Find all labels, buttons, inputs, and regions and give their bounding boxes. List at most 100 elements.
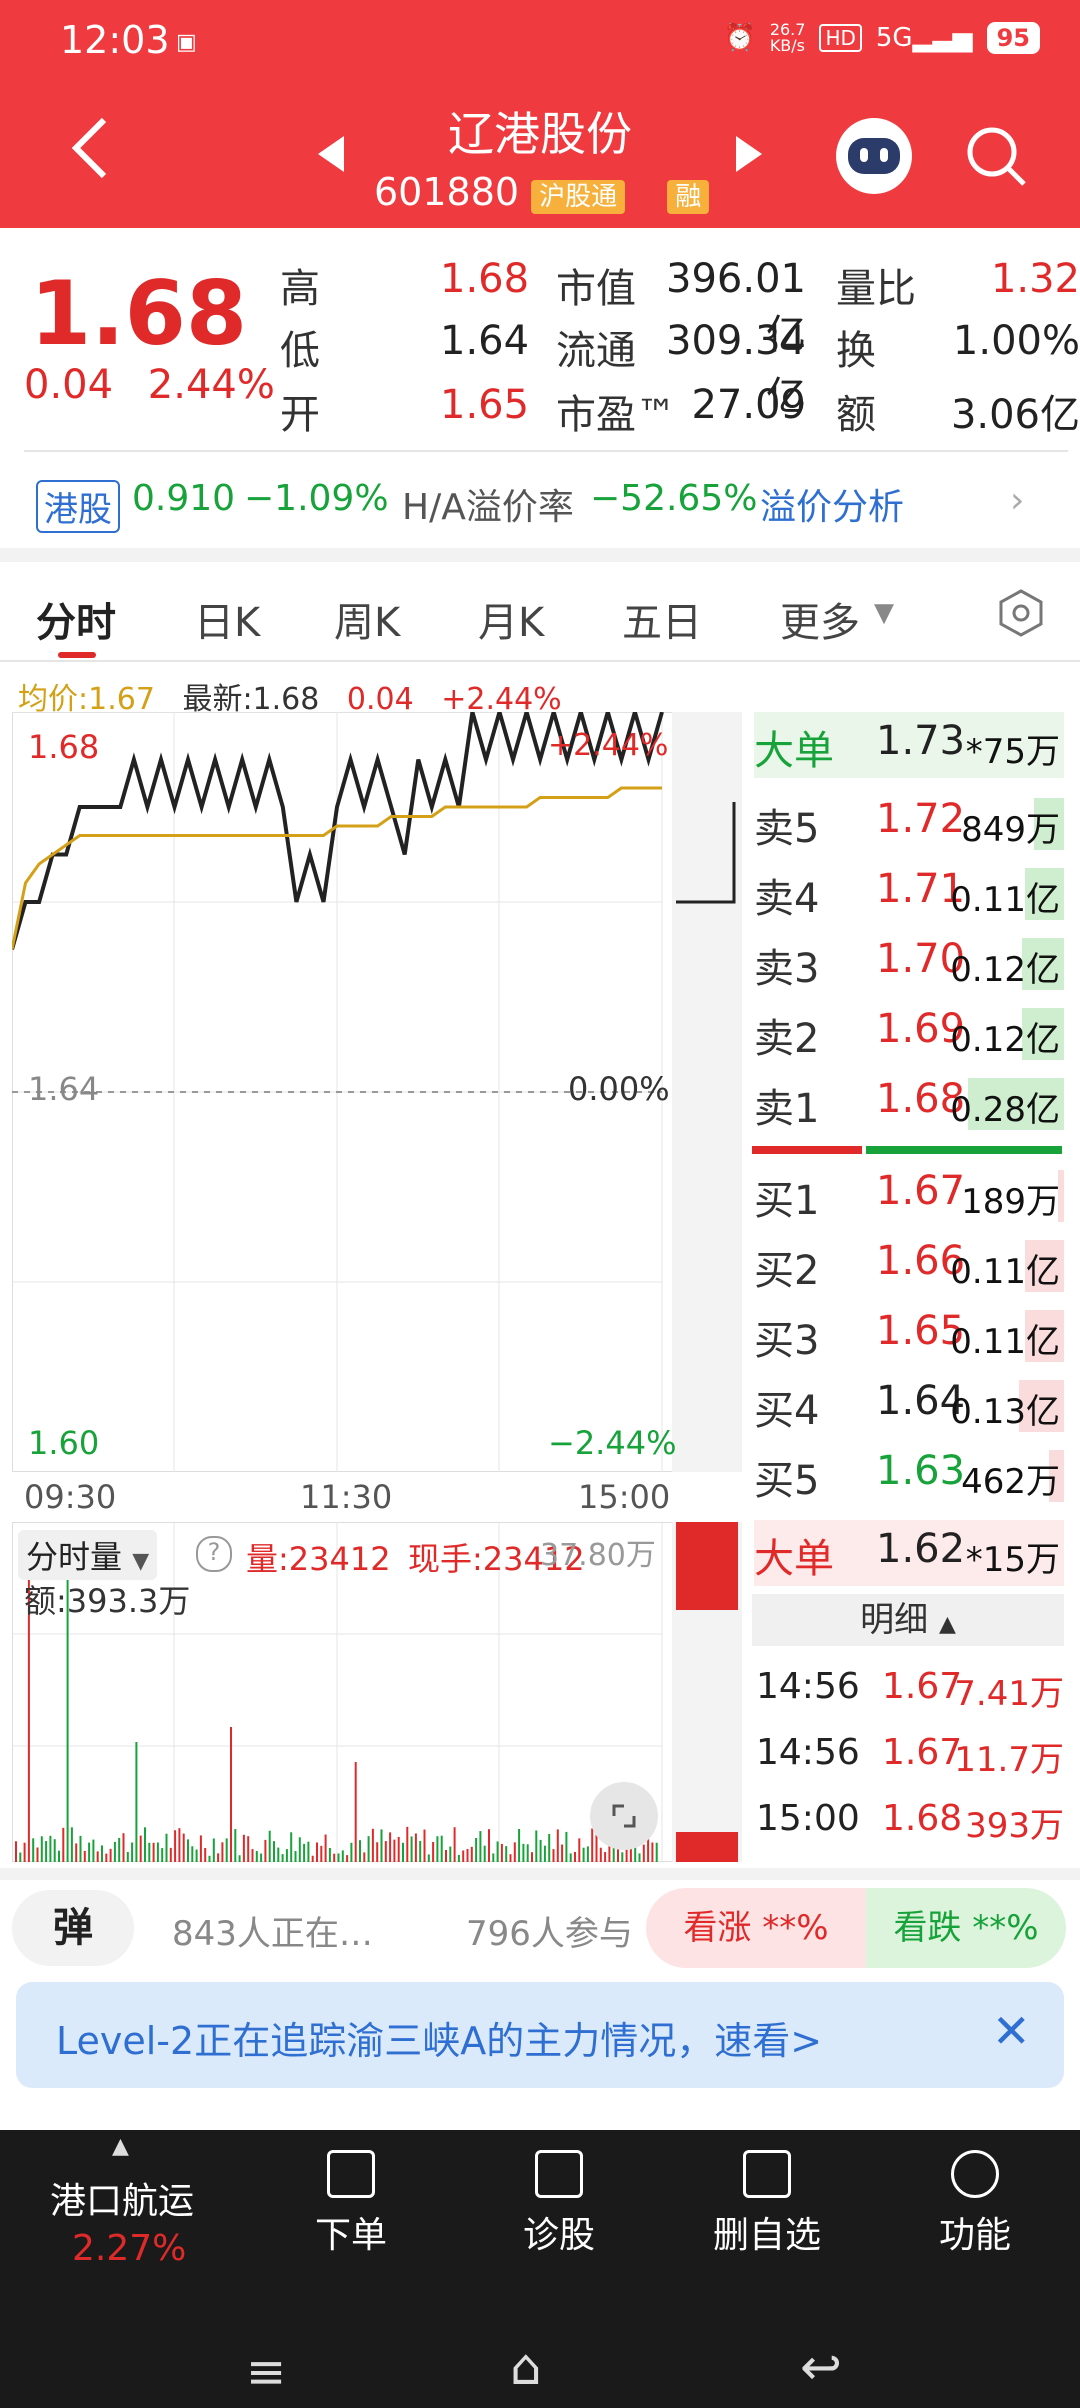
bearish-button[interactable]: 看跌 **% [866,1888,1066,1968]
stat-value: 1.65 [440,382,530,428]
sector-name[interactable]: 港口航运 [50,2172,194,2224]
premium-value: −52.65% [590,478,758,519]
connect-tag: 沪股通 [531,180,626,214]
help-icon[interactable]: ? [196,1536,232,1572]
order-row[interactable]: 买5 1.63 462万 [754,1442,1064,1508]
stat-value: 1.68 [440,256,530,302]
order-price: 1.73 [876,718,966,764]
level2-banner[interactable]: Level-2正在追踪渝三峡A的主力情况，速看> ✕ [16,1982,1064,2088]
volume-amount: 额:393.3万 [24,1582,191,1620]
alarm-icon: ⏰ [723,23,756,53]
volume-selector[interactable]: 分时量 ▼ [18,1530,158,1580]
tab-3[interactable]: 月K [478,590,544,648]
tab-0[interactable]: 分时 [36,590,116,648]
tab-4[interactable]: 五日 [622,590,702,648]
detail-row: 14:56 1.67 7.41万 [756,1666,1064,1726]
y-mid-label: 1.64 [28,1070,100,1108]
premium-analysis-link[interactable]: 溢价分析 [760,478,904,530]
after-hours-volume [676,1522,738,1610]
stat-label: 开 [280,392,320,438]
order-row[interactable]: 买1 1.67 189万 [754,1162,1064,1228]
order-volume: 189万 [961,1182,1060,1222]
order-row[interactable]: 卖4 1.71 0.11亿 [754,860,1064,926]
stat-label: 量比 [836,266,916,312]
detail-time: 14:56 [756,1732,860,1773]
signal-icon: 5G▂▃▅ [875,23,973,53]
system-menu-icon[interactable]: ≡ [246,2344,286,2400]
robot-assistant-icon[interactable] [836,118,912,194]
order-row[interactable]: 买2 1.66 0.11亿 [754,1232,1064,1298]
order-price: 1.63 [876,1448,966,1494]
hd-icon: HD [819,24,862,52]
order-button[interactable]: 下单 [276,2150,426,2258]
x-tick-1130: 11:30 [300,1478,393,1516]
hk-tag: 港股 [36,480,120,533]
minus-box-icon [743,2150,791,2198]
pct-bottom-label: −2.44% [548,1424,677,1462]
order-volume: *75万 [965,732,1060,772]
net-speed: 26.7 KB/s [769,20,806,55]
change-percent: 2.44% [147,362,275,408]
detail-row: 14:56 1.67 11.7万 [756,1732,1064,1792]
order-volume: *15万 [965,1540,1060,1580]
system-back-icon[interactable]: ↩ [800,2338,842,2396]
big-order-row[interactable]: 大单 1.62 *15万 [754,1520,1064,1586]
diagnose-button[interactable]: 诊股 [484,2150,634,2258]
app-notification-icon: ▣ [176,30,197,55]
search-icon[interactable] [964,124,1028,192]
order-label: 买2 [754,1248,820,1294]
next-stock-button[interactable] [736,136,762,176]
caret-up-icon: ▲ [112,2134,129,2159]
current-price: 1.68 [30,262,248,365]
detail-time: 14:56 [756,1666,860,1707]
stat-label: 市值 [556,266,636,312]
order-row[interactable]: 卖5 1.72 849万 [754,790,1064,856]
order-row[interactable]: 卖1 1.68 0.28亿 [754,1070,1064,1136]
price-change: 0.04 2.44% [24,362,275,408]
tab-5[interactable]: 更多 [780,590,860,648]
order-price: 1.62 [876,1526,966,1572]
section-gap [0,1868,1080,1880]
tab-1[interactable]: 日K [194,590,260,648]
bottom-nav: ▲ 港口航运 2.27% 下单 诊股 删自选 功能 ≡ ⌂ ↩ [0,2130,1080,2408]
order-volume: 0.11亿 [950,1322,1060,1362]
section-gap [0,548,1080,562]
detail-header[interactable]: 明细 ▲ [752,1594,1064,1646]
close-icon[interactable]: ✕ [992,2004,1031,2058]
order-volume: 0.11亿 [950,1252,1060,1292]
divider [0,660,1080,662]
order-label: 买4 [754,1388,820,1434]
detail-price: 1.68 [882,1798,963,1839]
order-row[interactable]: 买3 1.65 0.11亿 [754,1302,1064,1368]
header-bar: 12:03 ▣ ⏰ 26.7 KB/s HD 5G▂▃▅ 95 辽港股份 601… [0,0,1080,228]
participant-count: 796人参与 [466,1914,633,1954]
remove-watchlist-button[interactable]: 删自选 [692,2150,842,2258]
detail-amount: 11.7万 [954,1740,1064,1780]
detail-row: 15:00 1.68 393万 [756,1798,1064,1858]
detail-price: 1.67 [882,1732,963,1773]
order-label: 卖3 [754,946,820,992]
big-order-row[interactable]: 大单 1.73 *75万 [754,712,1064,778]
order-label: 买5 [754,1458,820,1504]
status-icons: ⏰ 26.7 KB/s HD 5G▂▃▅ 95 [723,22,1040,54]
chevron-right-icon[interactable]: › [1010,480,1024,521]
order-row[interactable]: 卖3 1.70 0.12亿 [754,930,1064,996]
order-row[interactable]: 买4 1.64 0.13亿 [754,1372,1064,1438]
tab-2[interactable]: 周K [334,590,400,648]
battery-icon: 95 [986,22,1040,54]
bullish-button[interactable]: 看涨 **% [646,1888,866,1968]
order-row[interactable]: 卖2 1.69 0.12亿 [754,1000,1064,1066]
functions-button[interactable]: 功能 [900,2150,1050,2258]
expand-icon[interactable] [590,1782,658,1850]
system-home-icon[interactable]: ⌂ [510,2338,542,2396]
order-volume: 0.11亿 [950,880,1060,920]
diagnose-icon [535,2150,583,2198]
change-value: 0.04 [24,362,114,408]
hk-pct: −1.09% [244,478,389,519]
order-volume: 0.28亿 [950,1090,1060,1130]
danmu-button[interactable]: 弹 [12,1890,134,1966]
menu-circle-icon [951,2150,999,2198]
settings-hexagon-icon[interactable] [996,588,1046,642]
premium-label: H/A溢价率 [402,487,574,528]
stat-value: 1.32 [990,256,1080,302]
